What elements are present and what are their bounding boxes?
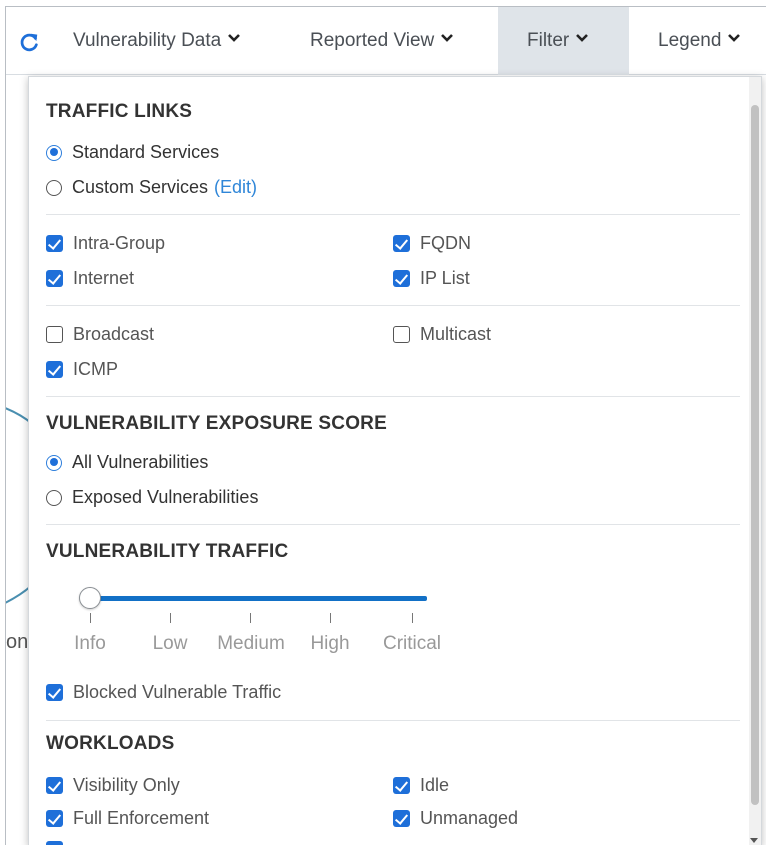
reported-view-label: Reported View [310,30,435,51]
intra-group-label: Intra-Group [73,233,166,253]
scrollbar-thumb[interactable] [751,105,759,805]
broadcast-label: Broadcast [73,324,155,344]
chevron-down-icon [228,34,241,42]
internet-checkbox[interactable]: Internet [46,268,134,289]
chevron-down-icon [441,34,454,42]
radio-selected-icon [46,144,62,161]
panel-scrollbar[interactable] [749,77,761,845]
multicast-checkbox[interactable]: Multicast [393,324,491,345]
internet-label: Internet [73,268,135,288]
chevron-down-icon [728,34,741,42]
slider-tick [90,613,91,623]
fqdn-label: FQDN [420,233,471,253]
custom-services-radio[interactable]: Custom Services (Edit) [46,177,257,198]
all-vulnerabilities-label: All Vulnerabilities [72,452,209,472]
checkbox-unchecked-icon [46,326,63,343]
divider [46,214,740,215]
checkbox-checked-icon [46,684,63,701]
broadcast-checkbox[interactable]: Broadcast [46,324,154,345]
visibility-only-label: Visibility Only [73,775,180,795]
slider-tick [330,613,331,623]
checkbox-checked-icon [393,270,410,287]
checkbox-checked-icon [46,810,63,827]
vulnerability-slider-track[interactable] [87,596,427,601]
legend-label: Legend [658,30,722,51]
scroll-down-arrow-icon[interactable] [750,838,758,843]
toolbar: Vulnerability Data Reported View Filter … [6,7,766,75]
unmanaged-label: Unmanaged [420,808,519,828]
standard-services-radio[interactable]: Standard Services [46,142,219,163]
slider-label-high: High [310,633,350,654]
filter-menu[interactable]: Filter [498,7,629,75]
all-vulnerabilities-radio[interactable]: All Vulnerabilities [46,452,208,473]
ip-list-checkbox[interactable]: IP List [393,268,470,289]
unmanaged-checkbox[interactable]: Unmanaged [393,808,518,829]
custom-services-edit-link[interactable]: (Edit) [214,177,257,198]
radio-unselected-icon [46,179,62,196]
radio-unselected-icon [46,489,62,506]
divider [46,396,740,397]
radio-selected-icon [46,454,62,471]
icmp-label: ICMP [73,359,118,379]
idle-checkbox[interactable]: Idle [393,775,449,796]
vulnerability-traffic-title: VULNERABILITY TRAFFIC [46,541,289,562]
checkbox-checked-icon [46,235,63,252]
idle-label: Idle [420,775,450,795]
filter-label: Filter [527,30,570,51]
blocked-vulnerable-traffic-label: Blocked Vulnerable Traffic [73,682,282,702]
partial-checkbox-icon[interactable] [46,841,63,845]
refresh-icon[interactable] [18,31,40,53]
slider-label-medium: Medium [217,633,285,654]
custom-services-label: Custom Services [72,177,209,197]
divider [46,305,740,306]
standard-services-label: Standard Services [72,142,220,162]
vulnerability-exposure-title: VULNERABILITY EXPOSURE SCORE [46,413,387,434]
full-enforcement-label: Full Enforcement [73,808,210,828]
checkbox-checked-icon [393,235,410,252]
blocked-vulnerable-traffic-checkbox[interactable]: Blocked Vulnerable Traffic [46,682,281,703]
exposed-vulnerabilities-radio[interactable]: Exposed Vulnerabilities [46,487,258,508]
filter-dropdown-panel: TRAFFIC LINKS Standard Services Custom S… [28,76,762,845]
exposed-vulnerabilities-label: Exposed Vulnerabilities [72,487,259,507]
slider-label-info: Info [74,633,106,654]
slider-tick [250,613,251,623]
multicast-label: Multicast [420,324,492,344]
ip-list-label: IP List [420,268,470,288]
reported-view-menu[interactable]: Reported View [298,7,466,75]
vulnerability-data-menu[interactable]: Vulnerability Data [61,7,253,75]
vulnerability-data-label: Vulnerability Data [73,30,222,51]
full-enforcement-checkbox[interactable]: Full Enforcement [46,808,209,829]
fqdn-checkbox[interactable]: FQDN [393,233,471,254]
vulnerability-slider-handle[interactable] [79,587,101,609]
slider-tick [170,613,171,623]
checkbox-checked-icon [393,777,410,794]
divider [46,524,740,525]
slider-label-low: Low [152,633,188,654]
app-frame: on Vulnerability Data Reported View Filt… [5,6,766,845]
checkbox-checked-icon [46,777,63,794]
workloads-title: WORKLOADS [46,733,175,754]
intra-group-checkbox[interactable]: Intra-Group [46,233,165,254]
chevron-down-icon [576,34,589,42]
checkbox-unchecked-icon [393,326,410,343]
checkbox-checked-icon [393,810,410,827]
legend-menu[interactable]: Legend [646,7,753,75]
divider [46,720,740,721]
icmp-checkbox[interactable]: ICMP [46,359,118,380]
visibility-only-checkbox[interactable]: Visibility Only [46,775,180,796]
graph-node-label: on [6,631,29,653]
slider-tick [412,613,413,623]
checkbox-checked-icon [46,270,63,287]
slider-label-critical: Critical [382,633,442,654]
traffic-links-title: TRAFFIC LINKS [46,101,193,122]
checkbox-checked-icon [46,361,63,378]
